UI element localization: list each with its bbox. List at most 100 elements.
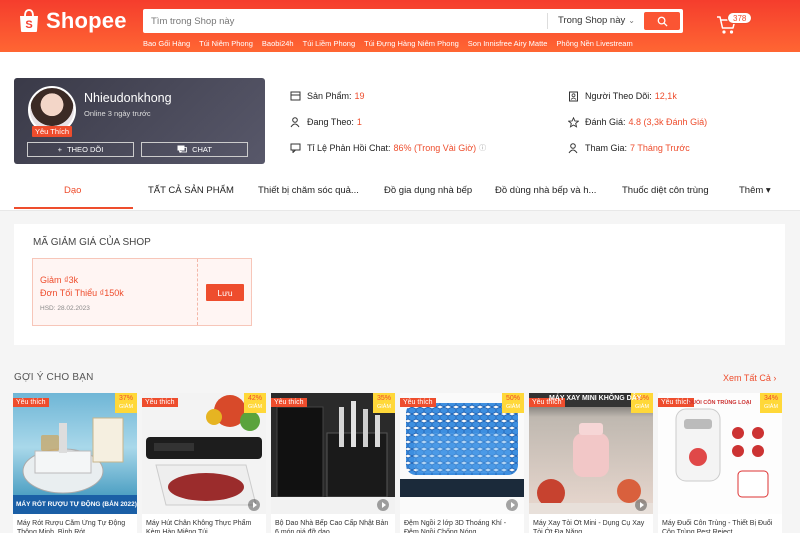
voucher-section-title: MÃ GIẢM GIÁ CỦA SHOP <box>33 237 151 248</box>
chat-bubble-icon <box>289 142 301 154</box>
see-all-link[interactable]: Xem Tất Cả › <box>723 373 776 383</box>
tab-explore[interactable]: Dạo <box>64 185 81 196</box>
response-label: Tỉ Lệ Phản Hồi Chat: <box>307 143 391 153</box>
response-value: 86% (Trong Vài Giờ) <box>393 143 477 153</box>
voucher-divider <box>197 259 198 325</box>
product-card[interactable]: Yêu thích 35% GIẢM Bộ Dao Nhà Bếp Cao Cấp… <box>271 393 395 533</box>
search-suggestions: Bao Gối Hàng Túi Niêm Phong Baobi24h Túi… <box>143 39 642 48</box>
discount-value: 35% <box>376 395 391 402</box>
rating-value: 4.8 (3,3k Đánh Giá) <box>628 117 708 127</box>
discount-badge: 42% GIẢM <box>244 393 266 413</box>
discount-value: 42% <box>247 395 262 402</box>
plus-icon: + <box>57 145 63 154</box>
tab-all-products[interactable]: TẤT CẢ SẢN PHẨM <box>148 185 234 196</box>
suggestion-link[interactable]: Túi Liềm Phong <box>303 39 356 48</box>
recommendations-title: GỢI Ý CHO BẠN <box>14 372 94 383</box>
joined-label: Tham Gia: <box>585 143 628 153</box>
tab-insecticide[interactable]: Thuốc diệt côn trùng <box>622 185 709 196</box>
video-play-icon[interactable] <box>635 499 647 511</box>
stat-joined: Tham Gia: 7 Tháng Trước <box>567 142 690 154</box>
discount-value: 37% <box>118 395 133 402</box>
stat-followers: Người Theo Dõi: 12,1k <box>567 90 677 102</box>
suggestion-link[interactable]: Baobi24h <box>262 39 294 48</box>
suggestion-link[interactable]: Túi Đựng Hàng Niêm Phong <box>364 39 459 48</box>
shop-online-status: Online 3 ngày trước <box>84 109 151 118</box>
top-header: S Shopee Trong Shop này ⌄ Bao Gối Hàng T… <box>0 0 800 52</box>
chat-button[interactable]: CHAT <box>141 142 248 157</box>
video-play-icon[interactable] <box>248 499 260 511</box>
product-card[interactable]: Yêu thích 36% GIẢM MÁY XAY MINI KHÔNG DÂY… <box>529 393 653 533</box>
person-icon <box>567 142 579 154</box>
search-bar: Trong Shop này ⌄ <box>143 9 683 33</box>
tab-kitchenware[interactable]: Đồ dùng nhà bếp và h... <box>495 185 596 196</box>
followers-value: 12,1k <box>654 91 677 101</box>
product-card[interactable]: Yêu thích 42% GIẢM Máy Hút Chân Không Thự… <box>142 393 266 533</box>
help-icon[interactable]: ⓘ <box>479 143 486 153</box>
shop-name: Nhieudonkhong <box>84 91 172 105</box>
products-value: 19 <box>354 91 365 101</box>
tab-more[interactable]: Thêm ▾ <box>739 185 771 196</box>
star-icon <box>567 116 579 128</box>
search-input[interactable] <box>143 9 545 33</box>
search-scope-dropdown[interactable]: Trong Shop này ⌄ <box>547 13 635 29</box>
followers-label: Người Theo Dõi: <box>585 91 652 101</box>
voucher-section: MÃ GIẢM GIÁ CỦA SHOP Giảm ₫3k Đơn Tối Th… <box>14 224 785 345</box>
suggestion-link[interactable]: Bao Gối Hàng <box>143 39 190 48</box>
stat-response-rate: Tỉ Lệ Phản Hồi Chat: 86% (Trong Vài Giờ)… <box>289 142 486 154</box>
product-banner: MÁY XAY MINI KHÔNG DÂY <box>549 395 642 402</box>
chat-icon <box>177 145 187 153</box>
discount-badge: 35% GIẢM <box>373 393 395 413</box>
brand-name: Shopee <box>46 8 127 33</box>
video-play-icon[interactable] <box>377 499 389 511</box>
voucher-card: Giảm ₫3k Đơn Tối Thiểu ₫150k HSD: 28.02.… <box>32 258 252 326</box>
voucher-expiry: HSD: 28.02.2023 <box>40 305 90 312</box>
rating-label: Đánh Giá: <box>585 117 626 127</box>
save-voucher-button[interactable]: Lưu <box>206 284 244 301</box>
chat-label: CHAT <box>192 145 212 154</box>
discount-badge: 34% GIẢM <box>760 393 782 413</box>
following-label: Đang Theo: <box>307 117 354 127</box>
chevron-down-icon: ⌄ <box>628 16 635 25</box>
discount-value: 50% <box>505 395 520 402</box>
suggestion-link[interactable]: Son Innisfree Airy Matte <box>468 39 548 48</box>
product-card[interactable]: Yêu thích 37% GIẢM MÁY RÓT RƯỢU TỰ ĐỘNG (… <box>13 393 137 533</box>
person-icon <box>289 116 301 128</box>
search-scope-label: Trong Shop này <box>558 15 626 26</box>
discount-badge: 37% GIẢM <box>115 393 137 413</box>
product-card[interactable]: Yêu thích 50% GIẢM Đệm Ngồi 2 lớp 3D Thoá… <box>400 393 524 533</box>
search-button[interactable] <box>644 12 680 30</box>
favorite-shop-badge: Yêu Thích <box>32 126 73 137</box>
discount-off-label: GIẢM <box>376 404 392 410</box>
store-icon <box>289 90 301 102</box>
product-name: Máy Đuổi Côn Trùng - Thiết Bị Đuổi Côn T… <box>662 520 773 533</box>
cart-count-badge: 378 <box>727 12 753 24</box>
product-name: Máy Rót Rượu Cắm Ứng Tự Động Thông Minh,… <box>17 520 126 533</box>
see-all-label: Xem Tất Cả <box>723 373 771 383</box>
stat-products: Sản Phẩm: 19 <box>289 90 365 102</box>
shop-tabs: Dạo TẤT CẢ SẢN PHẨM Thiết bị chăm sóc qu… <box>0 172 800 210</box>
svg-text:S: S <box>25 19 32 31</box>
chevron-right-icon: › <box>773 373 777 383</box>
joined-value: 7 Tháng Trước <box>630 143 690 153</box>
product-grid: Yêu thích 37% GIẢM MÁY RÓT RƯỢU TỰ ĐỘNG (… <box>13 393 800 533</box>
discount-off-label: GIẢM <box>634 404 650 410</box>
tab-care-devices[interactable]: Thiết bị chăm sóc quả... <box>258 185 359 196</box>
shopee-logo[interactable]: S Shopee <box>18 8 127 34</box>
product-name: Đệm Ngồi 2 lớp 3D Thoáng Khí - Đệm Ngồi … <box>404 520 507 533</box>
discount-off-label: GIẢM <box>505 404 521 410</box>
product-card[interactable]: Yêu thích 34% GIẢM ĐUỔI CÔN TRÙNG LOẠI Má… <box>658 393 782 533</box>
product-name: Máy Hút Chân Không Thực Phẩm Kèm Hàn Miệ… <box>146 520 252 533</box>
discount-off-label: GIẢM <box>247 404 263 410</box>
product-name: Máy Xay Tỏi Ớt Mini - Dụng Cụ Xay Tỏi Ớt… <box>533 520 645 533</box>
discount-badge: 50% GIẢM <box>502 393 524 413</box>
product-banner: ĐUỔI CÔN TRÙNG LOẠI <box>688 400 752 406</box>
favorite-badge: Yêu thích <box>142 398 178 407</box>
search-icon <box>657 16 668 27</box>
follow-button[interactable]: + THEO DÕI <box>27 142 134 157</box>
tab-household[interactable]: Đồ gia dụng nhà bếp <box>384 185 472 196</box>
divider <box>0 210 800 211</box>
suggestion-link[interactable]: Phông Nền Livestream <box>556 39 632 48</box>
suggestion-link[interactable]: Túi Niêm Phong <box>199 39 253 48</box>
following-value: 1 <box>356 117 362 127</box>
video-play-icon[interactable] <box>506 499 518 511</box>
